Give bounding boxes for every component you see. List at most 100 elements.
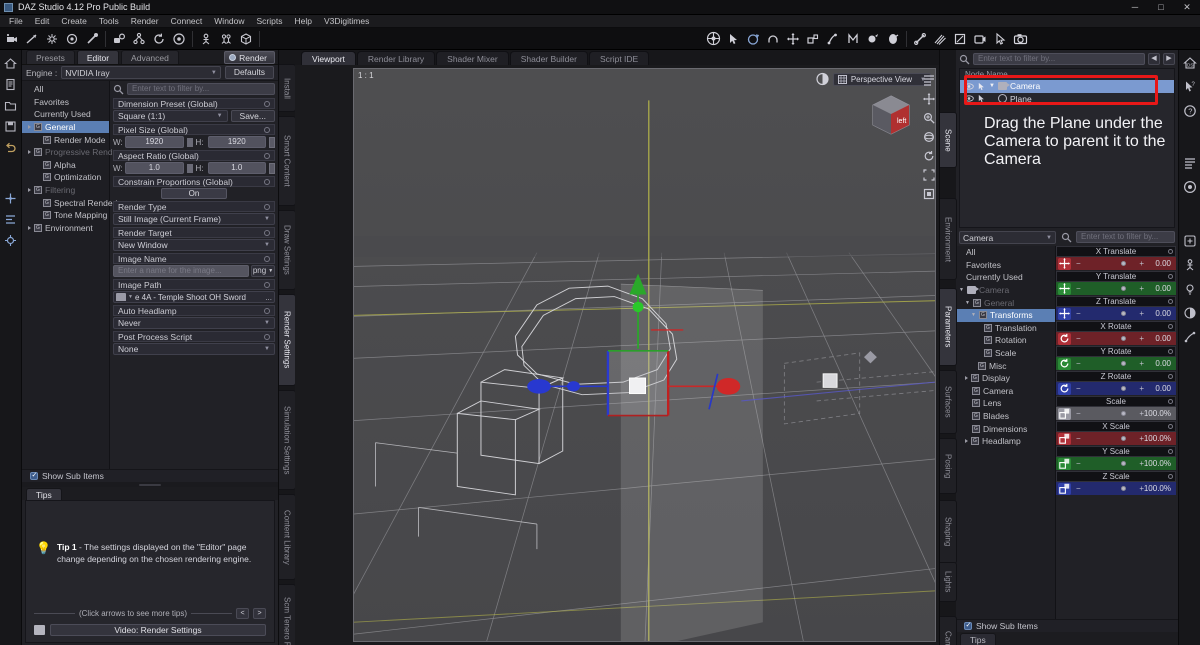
gear-icon[interactable] [264,281,270,288]
param-slider-track[interactable]: − +100.0% [1073,408,1174,419]
gear-icon[interactable] [264,229,270,236]
spot-render-icon[interactable] [990,29,1010,49]
pixel-size-spinner[interactable] [269,136,275,148]
param-slider-track[interactable]: − +0.00 [1073,383,1174,394]
gear-icon[interactable] [1168,249,1173,254]
defaults-button[interactable]: Defaults [224,66,274,79]
viewport-rotate-icon[interactable] [922,149,935,163]
video-render-settings-button[interactable]: Video: Render Settings [50,624,266,636]
viewport-tab-shader-builder[interactable]: Shader Builder [509,51,588,65]
param-slider-track[interactable]: − +0.00 [1073,333,1174,344]
vtab-install[interactable]: Install [279,64,296,112]
increment-icon[interactable]: + [1139,309,1144,318]
param-slider-body[interactable]: − +0.00 [1056,307,1176,320]
param-slider-body[interactable]: − +0.00 [1056,282,1176,295]
param-tree-item-general[interactable]: ▼ G General [956,296,1055,309]
expand-triangle-icon[interactable] [28,188,31,193]
parameters-filter-input[interactable]: Enter text to filter by... [1076,231,1175,243]
expand-triangle-icon[interactable] [28,150,31,155]
parameters-show-sub-items-row[interactable]: Show Sub Items [956,619,1178,632]
param-slider-value[interactable]: 100.0% [1144,409,1171,418]
render-tree-item-favorites[interactable]: Favorites [22,96,109,109]
gear-icon[interactable] [264,152,270,159]
param-tree-item-camera[interactable]: ▼ Camera [956,284,1055,297]
param-slider-body[interactable]: − +0.00 [1056,332,1176,345]
slider-knob[interactable] [1121,386,1127,391]
settings-rail-icon[interactable] [2,231,20,249]
vtab-environment[interactable]: Environment [940,198,957,280]
scene-item-camera[interactable]: ▼ Camera [960,80,1174,93]
target-circle-icon[interactable] [169,29,189,49]
vtab-scene[interactable]: Scene [940,112,957,168]
create-spot-light-icon[interactable] [42,29,62,49]
aspect-width-input[interactable]: 1.0 [125,162,184,174]
aspect-ratio-spinner[interactable] [269,162,275,174]
joint-editor-icon[interactable] [910,29,930,49]
gear-icon[interactable] [1168,449,1173,454]
help-question-icon[interactable]: ? [1181,102,1199,120]
scale-tool-icon[interactable] [803,29,823,49]
slider-knob[interactable] [1121,286,1127,291]
slider-knob[interactable] [1121,361,1127,366]
expand-triangle-icon[interactable] [965,376,968,381]
viewport-camera-select[interactable]: Perspective View ▼ [832,73,931,86]
gear-icon[interactable] [1168,474,1173,479]
param-slider-value[interactable]: 100.0% [1144,434,1171,443]
increment-icon[interactable]: + [1139,359,1144,368]
image-format-select[interactable]: png ▼ [251,265,275,277]
viewport-tab-viewport[interactable]: Viewport [301,51,356,65]
render-tree-item-render-mode[interactable]: G Render Mode [22,133,109,146]
param-slider-value[interactable]: 0.00 [1155,259,1171,268]
viewport-canvas[interactable]: 1 : 1 Perspective View ▼ left [353,68,936,642]
gear-icon[interactable] [264,178,270,185]
home-icon[interactable] [2,54,20,72]
cube-primitive-icon[interactable] [236,29,256,49]
param-slider-track[interactable]: − +100.0% [1073,433,1174,444]
render-tree-item-spectral-rendering[interactable]: G Spectral Rendering [22,196,127,209]
param-slider-value[interactable]: 0.00 [1155,284,1171,293]
render-type-select[interactable]: Still Image (Current Frame) ▼ [113,213,275,225]
param-slider-body[interactable]: − +100.0% [1056,457,1176,470]
decrement-icon[interactable]: − [1076,334,1081,343]
file-save-icon[interactable] [2,117,20,135]
show-sub-items-checkbox[interactable] [30,471,38,480]
tab-presets[interactable]: Presets [26,50,75,64]
scene-next-button[interactable]: ▶ [1163,53,1175,65]
tab-editor[interactable]: Editor [76,50,120,64]
decrement-icon[interactable]: − [1076,359,1081,368]
gear-icon[interactable] [264,203,270,210]
vtab-cameras[interactable]: Cameras [940,616,957,645]
param-slider-track[interactable]: − +0.00 [1073,358,1174,369]
param-slider-body[interactable]: − +100.0% [1056,432,1176,445]
param-tree-item-display[interactable]: G Display [956,372,1055,385]
gear-icon[interactable] [264,100,270,107]
vtab-parameters[interactable]: Parameters [940,288,957,366]
dform-tool-icon[interactable] [950,29,970,49]
viewport-tab-shader-mixer[interactable]: Shader Mixer [436,51,509,65]
vtab-render-settings[interactable]: Render Settings [279,294,296,386]
slider-knob[interactable] [1121,436,1127,441]
decrement-icon[interactable]: − [1076,259,1081,268]
param-slider-track[interactable]: − +0.00 [1073,258,1174,269]
constrain-toggle[interactable]: On [161,188,227,199]
show-sub-items-row[interactable]: Show Sub Items [22,469,278,482]
image-name-input[interactable]: Enter a name for the image... [113,265,249,277]
mesh-grabber-icon[interactable] [843,29,863,49]
rotate-tool-icon[interactable] [743,29,763,49]
menu-connect[interactable]: Connect [165,15,209,28]
menu-v3digitimes[interactable]: V3Digitimes [318,15,375,28]
render-tree-item-general[interactable]: G General [22,120,109,134]
image-path-browse-button[interactable]: ... [265,293,272,302]
collapse-chevron-icon[interactable]: ▼ [965,300,970,306]
decrement-icon[interactable]: − [1076,459,1081,468]
vtab-smart-content[interactable]: Smart Content [279,116,296,206]
light-rail-icon[interactable] [1181,280,1199,298]
menu-tools[interactable]: Tools [93,15,125,28]
param-tree-item-scale[interactable]: G Scale [956,347,1055,360]
menu-scripts[interactable]: Scripts [251,15,289,28]
file-open-icon[interactable] [2,96,20,114]
viewport-pan-icon[interactable] [922,92,935,106]
param-tree-item-dimensions[interactable]: G Dimensions [956,422,1055,435]
dimension-save-button[interactable]: Save... [230,110,275,122]
align-tool-rail-icon[interactable] [2,210,20,228]
